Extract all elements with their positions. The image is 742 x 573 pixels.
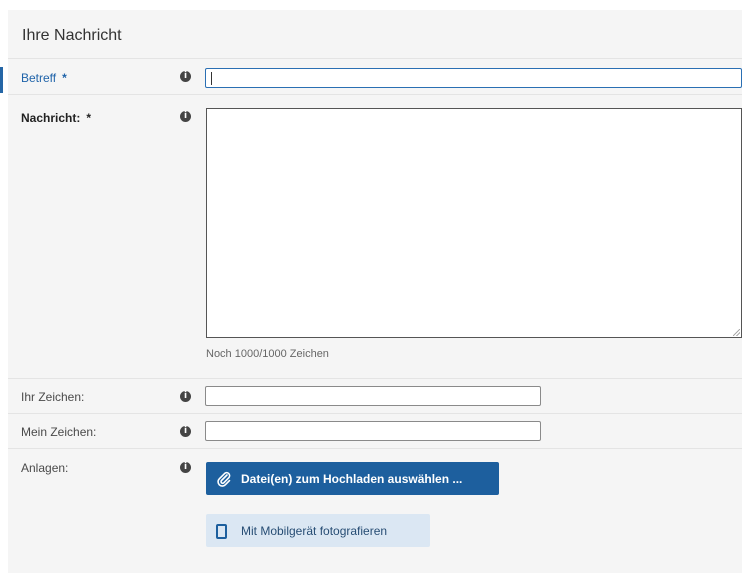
section-title: Ihre Nachricht [22, 27, 122, 44]
char-counter: Noch 1000/1000 Zeichen [206, 348, 329, 360]
betreff-input[interactable] [205, 68, 742, 88]
upload-button-label: Datei(en) zum Hochladen auswählen ... [241, 472, 463, 486]
mobile-phone-icon [216, 524, 227, 539]
info-icon[interactable]: i [180, 462, 191, 473]
betreff-label: Betreff * [21, 71, 67, 85]
mobile-photo-button[interactable]: Mit Mobilgerät fotografieren [206, 514, 430, 547]
mobile-button-label: Mit Mobilgerät fotografieren [241, 524, 388, 538]
nachricht-label: Nachricht: * [21, 111, 92, 125]
info-icon[interactable]: i [180, 71, 191, 82]
upload-files-button[interactable]: Datei(en) zum Hochladen auswählen ... [206, 462, 499, 495]
text-caret [211, 72, 212, 85]
paperclip-icon [216, 471, 232, 490]
info-icon[interactable]: i [180, 111, 191, 122]
info-icon[interactable]: i [180, 426, 191, 437]
nachricht-textarea[interactable] [206, 108, 742, 338]
message-form-panel: Ihre Nachricht Betreff * i Nachricht: * i … [0, 10, 742, 573]
ihr-zeichen-label: Ihr Zeichen: [21, 390, 85, 404]
mein-zeichen-input[interactable] [205, 421, 541, 441]
ihr-zeichen-row: Ihr Zeichen: i [8, 378, 742, 414]
anlagen-label: Anlagen: [21, 461, 69, 475]
mein-zeichen-label: Mein Zeichen: [21, 425, 97, 439]
ihr-zeichen-input[interactable] [205, 386, 541, 406]
info-icon[interactable]: i [180, 391, 191, 402]
focus-indicator [0, 67, 3, 93]
betreff-row: Betreff * i [0, 58, 742, 95]
mein-zeichen-row: Mein Zeichen: i [8, 413, 742, 449]
resize-handle[interactable] [733, 329, 740, 336]
